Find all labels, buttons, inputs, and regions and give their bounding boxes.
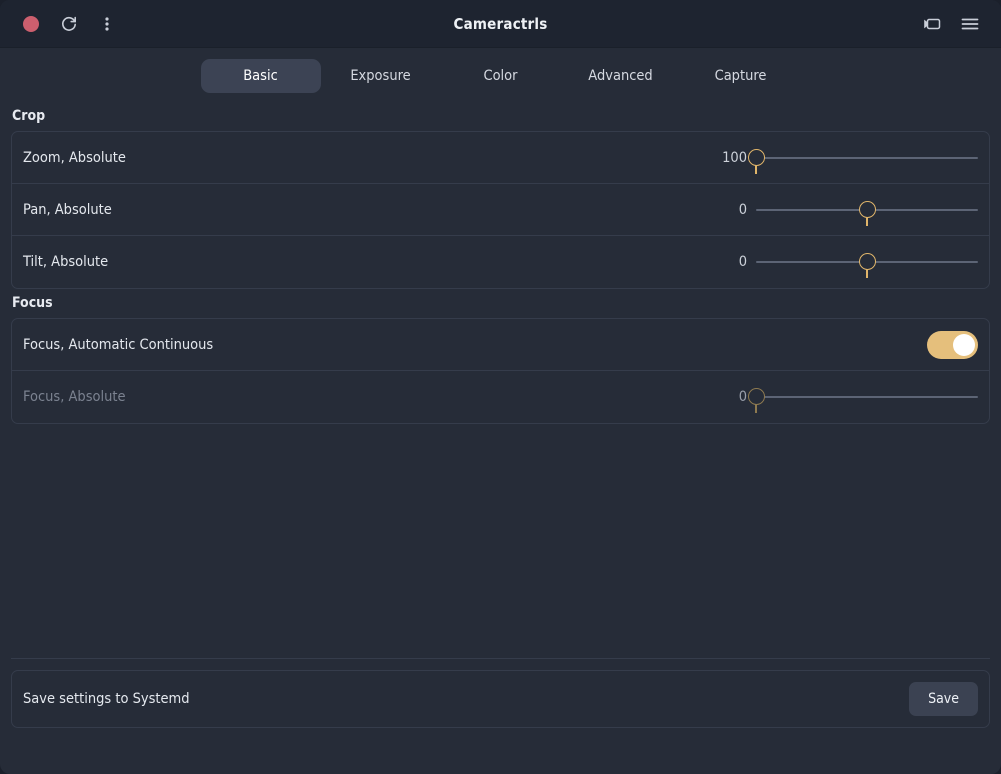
- slider-area-focus-absolute: 0: [714, 380, 978, 414]
- section-title-crop: Crop: [12, 108, 46, 124]
- slider-zoom-absolute[interactable]: [747, 141, 978, 175]
- slider-handle-tilt-absolute[interactable]: [858, 253, 876, 278]
- slider-tilt-absolute[interactable]: [756, 245, 978, 279]
- row-label-tilt-absolute: Tilt, Absolute: [23, 254, 109, 270]
- tab-basic-label: Basic: [243, 68, 278, 84]
- three-dots-vertical-icon: [99, 15, 115, 33]
- tab-capture[interactable]: Capture: [681, 59, 801, 93]
- section-title-focus: Focus: [12, 295, 53, 311]
- record-indicator-button[interactable]: [14, 7, 48, 41]
- slider-value-tilt-absolute: 0: [738, 254, 747, 270]
- row-label-focus-absolute: Focus, Absolute: [23, 389, 126, 405]
- slider-handle-zoom-absolute[interactable]: [747, 148, 765, 174]
- slider-value-pan-absolute: 0: [738, 201, 747, 218]
- save-button[interactable]: Save: [909, 682, 978, 716]
- main-menu-button[interactable]: [953, 7, 987, 41]
- footer-divider: [11, 658, 990, 659]
- header-right-controls: [915, 7, 987, 41]
- slider-focus-absolute: [747, 380, 978, 414]
- camera-device-button[interactable]: [915, 7, 949, 41]
- row-pan-absolute[interactable]: Pan, Absolute 0: [12, 184, 989, 236]
- app-window: Cameractrls Basic Exposure Color Advance…: [0, 0, 1001, 774]
- reload-button[interactable]: [52, 7, 86, 41]
- tab-capture-label: Capture: [714, 68, 767, 84]
- tab-advanced[interactable]: Advanced: [561, 59, 681, 93]
- window-title: Cameractrls: [453, 14, 548, 33]
- tab-bar: Basic Exposure Color Advanced Capture: [200, 59, 801, 93]
- tab-advanced-label: Advanced: [588, 68, 653, 84]
- settings-content: Crop Zoom, Absolute 100 Pan, Absolute 0: [0, 102, 1001, 658]
- row-zoom-absolute[interactable]: Zoom, Absolute 100: [12, 132, 989, 184]
- header-bar: Cameractrls: [0, 0, 1001, 48]
- tab-exposure[interactable]: Exposure: [321, 59, 441, 93]
- row-focus-absolute: Focus, Absolute 0: [12, 371, 989, 423]
- tab-basic[interactable]: Basic: [200, 59, 321, 93]
- footer-area: Save settings to Systemd Save: [0, 658, 1001, 728]
- section-list-focus: Focus, Automatic Continuous Focus, Absol…: [11, 318, 990, 424]
- row-label-zoom-absolute: Zoom, Absolute: [23, 149, 126, 166]
- toggle-focus-automatic-continuous[interactable]: [927, 330, 978, 359]
- save-settings-label: Save settings to Systemd: [23, 691, 190, 707]
- toggle-knob: [953, 333, 975, 356]
- tab-bar-container: Basic Exposure Color Advanced Capture: [0, 48, 1001, 102]
- tab-exposure-label: Exposure: [350, 68, 411, 84]
- slider-pan-absolute[interactable]: [756, 193, 978, 227]
- tab-color[interactable]: Color: [441, 59, 561, 93]
- slider-handle-focus-absolute: [747, 388, 765, 413]
- slider-track: [756, 156, 978, 159]
- section-list-crop: Zoom, Absolute 100 Pan, Absolute 0 Tilt,…: [11, 131, 990, 289]
- slider-track: [756, 396, 978, 398]
- header-left-controls: [14, 7, 124, 41]
- more-menu-button[interactable]: [90, 7, 124, 41]
- camera-icon: [921, 16, 943, 32]
- hamburger-menu-icon: [960, 16, 980, 32]
- tab-color-label: Color: [483, 68, 518, 84]
- row-label-focus-automatic-continuous: Focus, Automatic Continuous: [23, 336, 214, 353]
- slider-area-pan-absolute: 0: [714, 193, 978, 227]
- reload-icon: [60, 15, 78, 33]
- slider-area-tilt-absolute: 0: [714, 245, 978, 279]
- save-settings-row: Save settings to Systemd Save: [12, 671, 989, 727]
- row-tilt-absolute[interactable]: Tilt, Absolute 0: [12, 236, 989, 288]
- row-focus-automatic-continuous[interactable]: Focus, Automatic Continuous: [12, 319, 989, 371]
- row-label-pan-absolute: Pan, Absolute: [23, 201, 112, 218]
- slider-area-zoom-absolute: 100: [714, 141, 978, 175]
- record-dot-icon: [23, 15, 39, 32]
- footer-padding: [0, 728, 1001, 774]
- slider-handle-pan-absolute[interactable]: [858, 200, 876, 226]
- save-settings-list: Save settings to Systemd Save: [11, 670, 990, 728]
